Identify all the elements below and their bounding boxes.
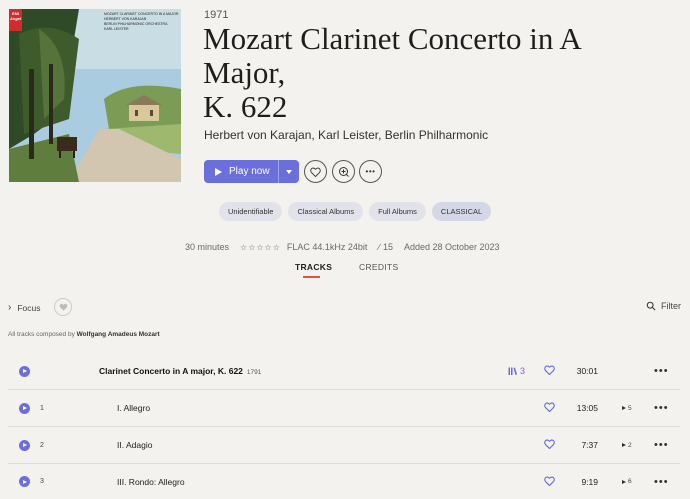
track-title: III. Rondo: Allegro	[117, 476, 185, 487]
play-icon	[23, 406, 27, 410]
work-parts-count[interactable]: 3	[508, 366, 525, 376]
composer-name[interactable]: Wolfgang Amadeus Mozart	[77, 331, 160, 338]
track-number: 3	[40, 478, 44, 485]
chevron-right-icon: ›	[8, 302, 12, 313]
album-meta: 30 minutes ☆☆☆☆☆ FLAC 44.1kHz 24bit ∕ 15…	[185, 242, 500, 252]
track-play-count: 5	[622, 405, 632, 412]
work-title-text: Clarinet Concerto in A major, K. 622	[99, 366, 243, 376]
track-play-count: 2	[622, 442, 632, 449]
track-title: II. Adagio	[117, 440, 153, 450]
library-icon	[508, 367, 517, 375]
add-to-playlist-button[interactable]	[332, 160, 355, 183]
album-duration: 30 minutes	[185, 242, 230, 252]
track-favorite-button[interactable]	[544, 473, 555, 491]
work-row[interactable]: Clarinet Concerto in A major, K. 622 1791…	[8, 353, 680, 390]
play-track-button[interactable]	[19, 476, 30, 487]
focus-toggle[interactable]: › Focus	[8, 302, 41, 313]
rating-stars[interactable]: ☆☆☆☆☆	[240, 243, 281, 252]
composer-note: All tracks composed by Wolfgang Amadeus …	[8, 331, 160, 338]
play-track-button[interactable]	[19, 439, 30, 451]
focus-favorite-button[interactable]	[54, 298, 72, 316]
track-play-count: 6	[622, 478, 632, 485]
track-row[interactable]: 1 I. Allegro 13:05 5 •••	[8, 390, 680, 427]
more-options-button[interactable]: •••	[359, 160, 382, 183]
genre-tags: Unidentifiable Classical Albums Full Alb…	[219, 202, 492, 221]
track-duration: 13:05	[576, 403, 598, 413]
tab-tracks[interactable]: TRACKS	[295, 262, 332, 272]
album-cover[interactable]: EMI Angel MOZART CLARINET CONCERTO IN A …	[9, 9, 181, 182]
track-favorite-button[interactable]	[544, 399, 555, 417]
play-work-button[interactable]	[19, 365, 30, 377]
album-artists[interactable]: Herbert von Karajan, Karl Leister, Berli…	[204, 128, 488, 142]
track-title: I. Allegro	[117, 403, 151, 413]
play-count-value: 5	[628, 404, 632, 412]
track-more-button[interactable]: •••	[654, 476, 669, 488]
track-more-button[interactable]: •••	[654, 402, 669, 414]
work-favorite-button[interactable]	[544, 362, 555, 380]
track-duration: 9:19	[581, 476, 598, 487]
work-parts-value: 3	[520, 366, 526, 376]
album-year: 1971	[204, 9, 229, 21]
play-options-dropdown[interactable]	[279, 169, 299, 174]
play-track-button[interactable]	[19, 402, 30, 414]
track-duration: 7:37	[581, 440, 598, 450]
album-title-line: Major,	[203, 55, 286, 90]
album-title-line: Mozart Clarinet Concerto in A	[203, 21, 582, 56]
heart-icon	[310, 167, 321, 177]
track-more-button[interactable]: •••	[654, 439, 669, 451]
play-now-button[interactable]: Play now	[204, 160, 299, 183]
play-icon	[23, 443, 27, 447]
track-count-value: 15	[382, 242, 393, 252]
play-icon	[215, 167, 222, 176]
add-playlist-icon	[338, 166, 349, 177]
record-label-logo: EMI Angel	[10, 11, 22, 21]
chevron-down-icon	[286, 169, 292, 174]
album-title: Mozart Clarinet Concerto in A Major, K. …	[203, 22, 673, 124]
filter-label: Filter	[661, 301, 681, 311]
play-now-main[interactable]: Play now	[204, 160, 278, 183]
play-icon	[622, 479, 626, 484]
track-number: 1	[40, 404, 44, 412]
tag-unidentifiable[interactable]: Unidentifiable	[219, 202, 283, 221]
heart-icon	[544, 475, 555, 486]
work-title: Clarinet Concerto in A major, K. 622 1791	[99, 366, 261, 376]
cover-credits: MOZART CLARINET CONCERTO IN A MAJOR HERB…	[104, 12, 179, 31]
track-count: ∕ 15	[378, 242, 393, 252]
play-icon	[622, 406, 626, 410]
active-tab-indicator	[303, 276, 320, 278]
work-more-button[interactable]: •••	[654, 365, 669, 377]
album-tabs: TRACKS CREDITS	[0, 262, 690, 280]
heart-icon	[544, 365, 555, 376]
ellipsis-icon: •••	[365, 167, 376, 176]
tag-full-albums[interactable]: Full Albums	[369, 202, 426, 221]
work-duration: 30:01	[576, 366, 598, 376]
heart-icon	[544, 402, 555, 413]
play-icon	[23, 479, 27, 484]
search-icon	[646, 301, 656, 311]
play-icon	[622, 443, 626, 447]
music-note-icon: ∕	[378, 242, 380, 252]
date-added: Added 28 October 2023	[403, 242, 500, 252]
play-icon	[23, 369, 27, 373]
album-cover-art	[9, 9, 181, 182]
heart-icon	[59, 303, 67, 311]
focus-label: Focus	[17, 302, 41, 313]
track-row[interactable]: 3 III. Rondo: Allegro 9:19 6 •••	[8, 463, 680, 499]
play-count-value: 2	[628, 441, 632, 449]
tag-classical-albums[interactable]: Classical Albums	[288, 202, 364, 221]
composer-prefix: All tracks composed by	[8, 331, 77, 338]
track-favorite-button[interactable]	[544, 436, 555, 454]
favorite-button[interactable]	[304, 160, 327, 183]
audio-format: FLAC 44.1kHz 24bit	[286, 242, 368, 252]
play-count-value: 6	[628, 478, 632, 485]
heart-icon	[544, 439, 555, 450]
tag-classical[interactable]: CLASSICAL	[431, 202, 492, 221]
album-title-line: K. 622	[203, 89, 288, 124]
tab-credits[interactable]: CREDITS	[359, 262, 398, 272]
filter-button[interactable]: Filter	[646, 301, 681, 311]
track-row[interactable]: 2 II. Adagio 7:37 2 •••	[8, 427, 680, 464]
play-now-label: Play now	[229, 166, 270, 177]
work-year: 1791	[246, 369, 262, 376]
track-number: 2	[40, 441, 44, 449]
